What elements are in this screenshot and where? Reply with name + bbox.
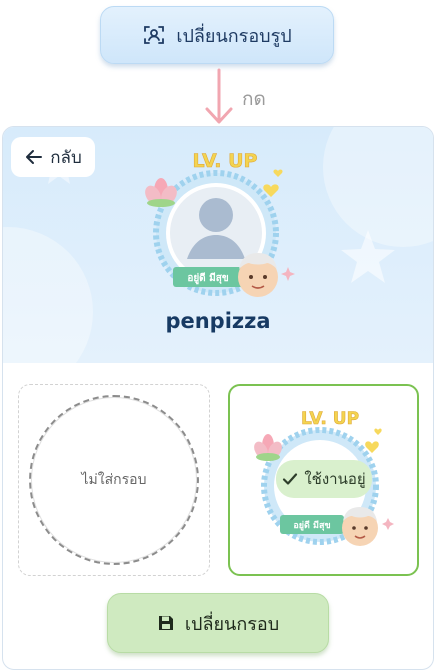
apply-frame-button-label: เปลี่ยนกรอบ (184, 613, 280, 635)
svg-text:อยู่ดี มีสุข: อยู่ดี มีสุข (293, 520, 330, 531)
in-use-label: ใช้งานอยู่ (304, 470, 366, 488)
lotus-icon (254, 434, 282, 461)
apply-frame-button[interactable]: เปลี่ยนกรอบ (107, 593, 329, 653)
svg-text:LV. UP: LV. UP (193, 150, 258, 172)
elder-character-icon (238, 253, 278, 297)
in-use-badge: ใช้งานอยู่ (276, 460, 372, 498)
press-label: กด (242, 88, 266, 110)
star-decoration-icon (341, 230, 395, 283)
username: penpizza (165, 309, 271, 333)
arrow-left-icon (26, 150, 43, 164)
change-frame-button-label: เปลี่ยนกรอบรูป (176, 25, 292, 47)
back-button[interactable]: กลับ (11, 137, 95, 177)
heart-icon (273, 169, 283, 177)
check-icon (283, 473, 298, 485)
arrow-down-icon (205, 68, 233, 124)
frame-option-none[interactable]: ไม่ใส่กรอบ (18, 384, 210, 576)
face-frame-icon (144, 26, 165, 44)
save-icon (158, 616, 173, 630)
avatar-with-frame: LV. UP อยู่ดี มีสุข (145, 150, 295, 297)
back-button-label: กลับ (50, 147, 82, 168)
sparkle-icon (382, 518, 394, 530)
svg-text:LV. UP: LV. UP (301, 409, 359, 429)
profile-header: กลับ LV. UP อยู่ดี มีสุข penpizza (3, 127, 433, 363)
lotus-icon (145, 178, 177, 207)
elder-character-icon (342, 507, 378, 546)
heart-icon (374, 428, 382, 435)
no-frame-label: ไม่ใส่กรอบ (81, 472, 147, 488)
no-frame-circle: ไม่ใส่กรอบ (29, 395, 199, 565)
svg-text:อยู่ดี มีสุข: อยู่ดี มีสุข (187, 272, 229, 285)
sparkle-icon (281, 267, 295, 281)
frame-picker-panel: กลับ LV. UP อยู่ดี มีสุข penpizza ไม่ใส่… (2, 126, 434, 670)
frame-option-lvup[interactable]: LV. UP อยู่ดี มีสุข ใช้งานอยู่ (228, 384, 419, 576)
change-frame-button[interactable]: เปลี่ยนกรอบรูป (100, 6, 334, 64)
